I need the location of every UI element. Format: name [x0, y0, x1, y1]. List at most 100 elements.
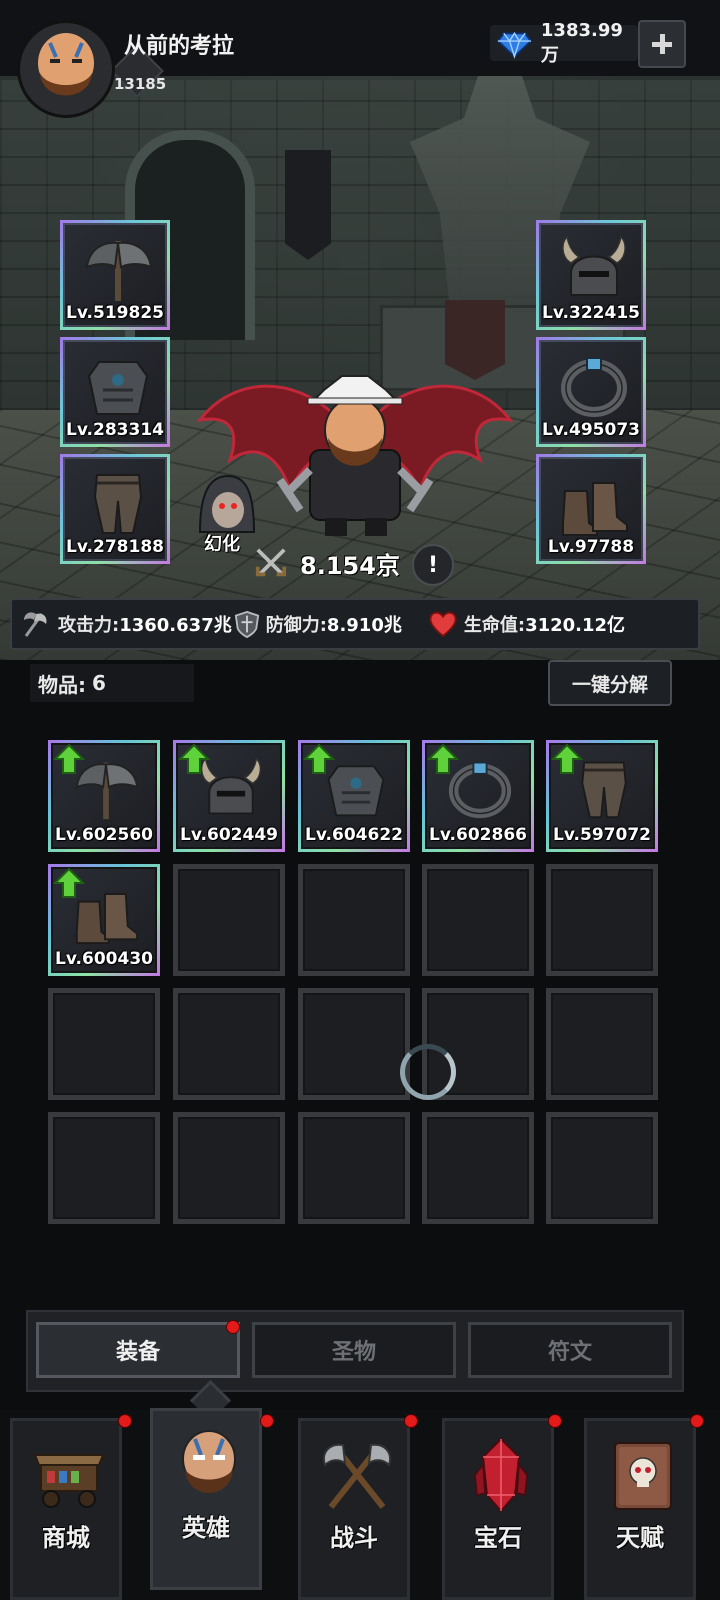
equip-slot-boots[interactable]: Lv.97788	[536, 454, 646, 564]
combat-power-value: 8.154京	[300, 551, 400, 580]
loading-spinner-icon	[400, 1044, 456, 1100]
empty-inventory-slot[interactable]	[298, 1112, 410, 1224]
equip-level: Lv.283314	[66, 420, 164, 440]
defense-stat: 防御力: 8.910兆	[234, 610, 402, 638]
tab-relics[interactable]: 圣物	[252, 1322, 456, 1378]
empty-inventory-slot[interactable]	[173, 864, 285, 976]
equip-slot-chest[interactable]: Lv.283314	[60, 337, 170, 447]
transform-label[interactable]: 幻化	[204, 530, 240, 556]
leg-armor-icon	[93, 473, 143, 535]
inventory-item[interactable]: Lv.597072	[546, 740, 658, 852]
empty-inventory-slot[interactable]	[422, 1112, 534, 1224]
crossed-axes-icon	[323, 1443, 391, 1509]
transform-skin-icon[interactable]	[190, 472, 262, 534]
inventory-count: 物品: 6	[30, 664, 194, 702]
heart-icon	[429, 611, 457, 638]
nav-battle[interactable]: 战斗	[298, 1418, 410, 1600]
upgrade-arrow-icon	[552, 744, 582, 774]
item-level: Lv.600430	[55, 949, 153, 969]
empty-inventory-slot[interactable]	[546, 864, 658, 976]
empty-inventory-slot[interactable]	[546, 988, 658, 1100]
shield-stat-icon	[234, 610, 259, 638]
hero-face-icon	[182, 1430, 236, 1493]
equip-level: Lv.278188	[66, 537, 164, 557]
inventory-item[interactable]: Lv.602560	[48, 740, 160, 852]
item-level: Lv.602866	[429, 825, 527, 845]
bearded-hero-portrait-icon	[20, 23, 112, 115]
add-currency-button[interactable]	[638, 20, 686, 68]
axe-stat-icon	[24, 612, 47, 637]
upgrade-arrow-icon	[54, 744, 84, 774]
notification-dot	[548, 1414, 562, 1428]
decompose-all-button[interactable]: 一键分解	[548, 660, 672, 706]
attack-stat: 攻击力: 1360.637兆	[18, 608, 232, 640]
attack-label: 攻击力:	[58, 615, 120, 636]
nav-shop[interactable]: 商城	[10, 1418, 122, 1600]
nav-label: 英雄	[182, 1514, 230, 1542]
inventory-item[interactable]: Lv.602449	[173, 740, 285, 852]
upgrade-arrow-icon	[428, 744, 458, 774]
nav-label: 宝石	[474, 1524, 522, 1552]
defense-value: 8.910兆	[326, 615, 402, 636]
inventory-item[interactable]: Lv.604622	[298, 740, 410, 852]
skull-book-icon	[614, 1442, 672, 1510]
shop-cart-icon	[33, 1454, 105, 1508]
equip-slot-ring[interactable]: Lv.495073	[536, 337, 646, 447]
tab-equipment[interactable]: 装备	[36, 1322, 240, 1378]
upgrade-arrow-icon	[304, 744, 334, 774]
empty-inventory-slot[interactable]	[173, 988, 285, 1100]
hp-value: 3120.12亿	[525, 615, 626, 636]
nav-label: 商城	[42, 1524, 90, 1552]
item-level: Lv.602449	[180, 825, 278, 845]
empty-inventory-slot[interactable]	[298, 864, 410, 976]
nav-talents[interactable]: 天赋	[584, 1418, 696, 1600]
player-avatar[interactable]	[17, 20, 115, 118]
notification-dot	[118, 1414, 132, 1428]
empty-inventory-slot[interactable]	[48, 988, 160, 1100]
hp-label: 生命值:	[463, 615, 526, 636]
power-info-button[interactable]: !	[412, 544, 454, 586]
nav-label: 战斗	[330, 1524, 378, 1552]
hero-stats-bar: 攻击力: 1360.637兆 防御力: 8.910兆 生命值: 3120.12亿	[10, 598, 700, 650]
diamond-currency: 1383.99万	[490, 20, 638, 66]
attack-value: 1360.637兆	[119, 615, 232, 636]
diamond-amount: 1383.99万	[540, 19, 623, 66]
notification-dot	[690, 1414, 704, 1428]
nav-label: 天赋	[616, 1524, 664, 1552]
empty-inventory-slot[interactable]	[173, 1112, 285, 1224]
upgrade-arrow-icon	[54, 868, 84, 898]
dark-banner	[285, 150, 331, 260]
equip-level: Lv.322415	[542, 303, 640, 323]
combat-power: 8.154京	[254, 545, 400, 581]
equip-level: Lv.519825	[66, 303, 164, 323]
empty-inventory-slot[interactable]	[422, 864, 534, 976]
boots-icon	[562, 482, 628, 536]
empty-inventory-slot[interactable]	[298, 988, 410, 1100]
horned-helmet-icon	[561, 236, 627, 296]
equip-level: Lv.495073	[542, 420, 640, 440]
equip-slot-legs[interactable]: Lv.278188	[60, 454, 170, 564]
inventory-item[interactable]: Lv.600430	[48, 864, 160, 976]
notification-dot	[404, 1414, 418, 1428]
item-level: Lv.602560	[55, 825, 153, 845]
gem-ring-icon	[557, 350, 631, 420]
empty-inventory-slot[interactable]	[48, 1112, 160, 1224]
nav-gems[interactable]: 宝石	[442, 1418, 554, 1600]
equip-slot-weapon[interactable]: Lv.519825	[60, 220, 170, 330]
equip-level: Lv.97788	[547, 537, 635, 557]
empty-inventory-slot[interactable]	[546, 1112, 658, 1224]
equip-slot-helmet[interactable]: Lv.322415	[536, 220, 646, 330]
inventory-item[interactable]: Lv.602866	[422, 740, 534, 852]
battle-axe-icon	[86, 240, 152, 302]
hp-stat: 生命值: 3120.12亿	[428, 610, 625, 638]
inventory-count-label: 物品:	[38, 672, 86, 697]
defense-label: 防御力:	[265, 615, 327, 636]
player-name: 从前的考拉	[124, 34, 235, 59]
notification-dot	[226, 1320, 240, 1334]
nav-hero[interactable]: 英雄	[150, 1408, 262, 1590]
tab-runes[interactable]: 符文	[468, 1322, 672, 1378]
notification-dot	[260, 1414, 274, 1428]
diamond-gem-icon	[496, 31, 533, 60]
item-level: Lv.604622	[305, 825, 403, 845]
red-crystal-icon	[474, 1437, 528, 1513]
